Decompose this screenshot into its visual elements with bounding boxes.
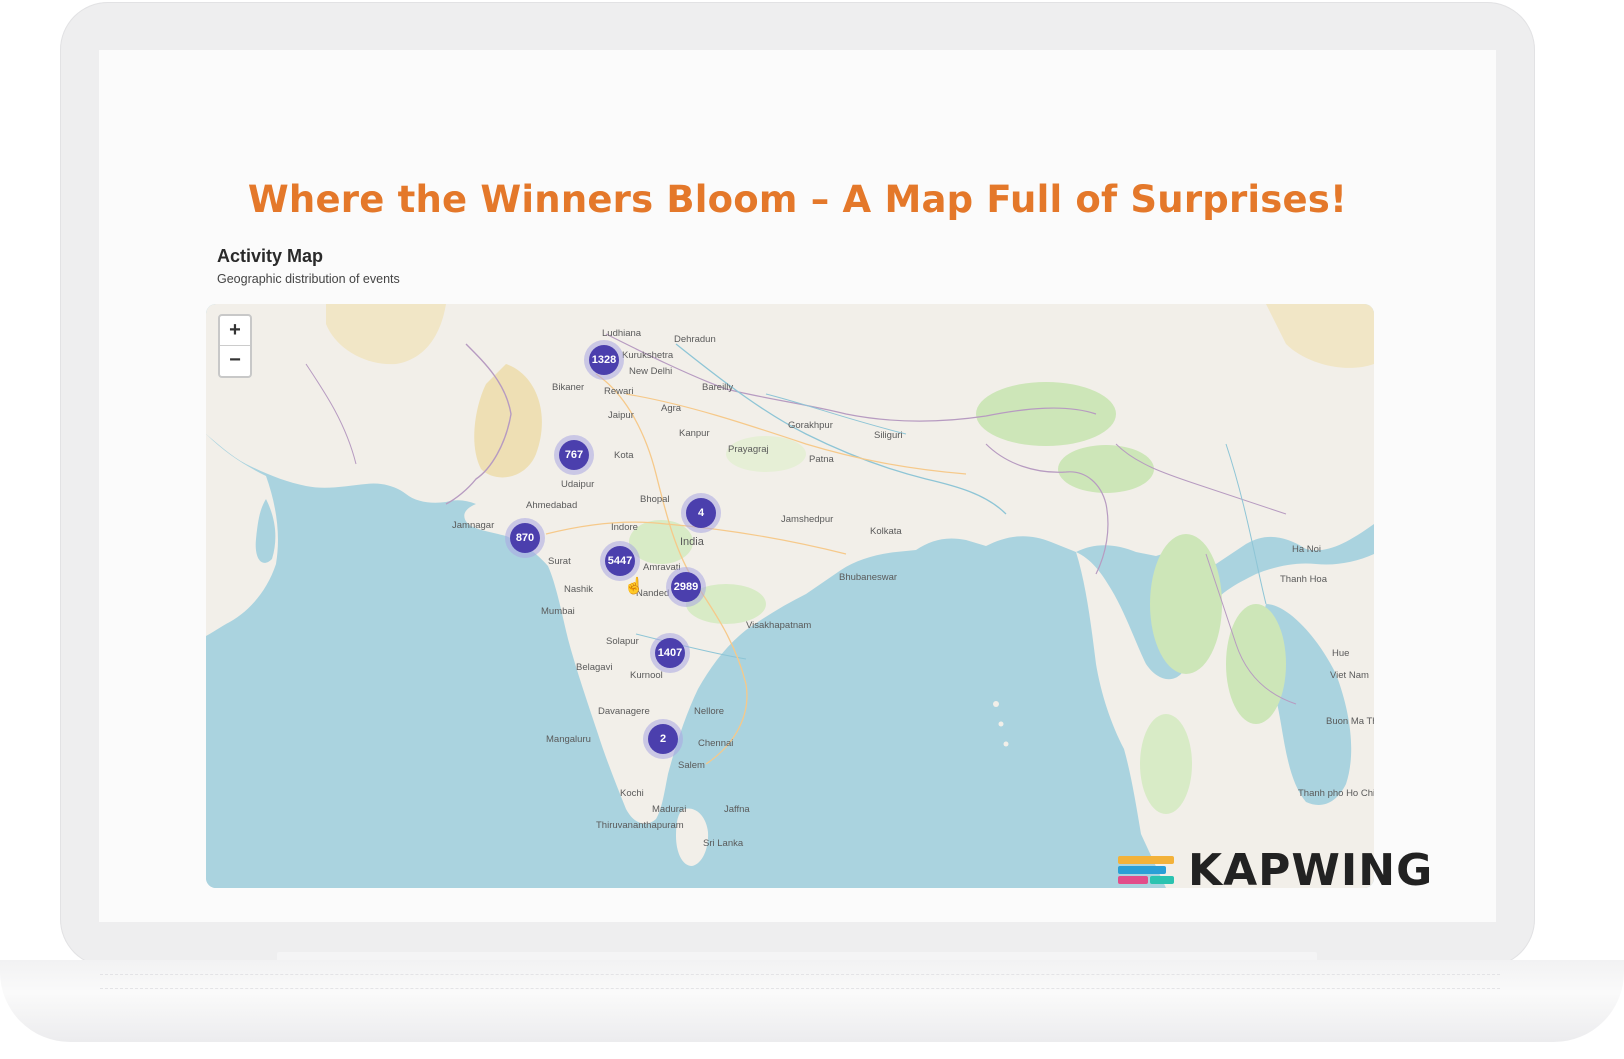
kapwing-logo-icon	[1118, 852, 1180, 888]
map-cluster-marker[interactable]: 2	[643, 719, 683, 759]
map-label: Dehradun	[674, 334, 716, 345]
map-label: Ha Noi	[1292, 544, 1322, 555]
keyboard-row	[100, 974, 1500, 981]
map-label: Salem	[678, 760, 705, 771]
cluster-count: 4	[686, 498, 716, 528]
map-cluster-marker[interactable]: 767	[554, 435, 594, 475]
map-tiles	[206, 304, 1374, 888]
zoom-control: + −	[218, 314, 252, 378]
map-label: Nashik	[564, 584, 594, 595]
map-label: Indore	[611, 522, 638, 533]
map-label: Thiruvananthapuram	[596, 820, 684, 831]
map-label: Bhubaneswar	[839, 572, 898, 583]
map-label: Solapur	[606, 636, 639, 647]
map-label: Visakhapatnam	[746, 620, 812, 631]
map-label: Nellore	[694, 706, 725, 717]
keyboard-row	[100, 988, 1500, 995]
map-label-country: India	[680, 536, 704, 548]
map-label: Hue	[1332, 648, 1350, 659]
map-label: Gorakhpur	[788, 420, 833, 431]
cluster-count: 2	[648, 724, 678, 754]
map-cluster-marker[interactable]: 2989	[666, 567, 706, 607]
map-label: Bhopal	[640, 494, 670, 505]
map-label: Davanagere	[598, 706, 650, 717]
laptop-base	[0, 960, 1624, 1042]
activity-map[interactable]: Ludhiana Dehradun Kurukshetra New Delhi …	[206, 304, 1374, 888]
map-label: Kurnool	[630, 670, 663, 681]
map-label: New Delhi	[629, 366, 673, 377]
map-label: Agra	[661, 403, 682, 414]
map-label: Kota	[614, 450, 634, 461]
card-title: Activity Map	[217, 246, 324, 266]
map-label: Mumbai	[541, 606, 575, 617]
laptop-screen: Where the Winners Bloom – A Map Full of …	[99, 50, 1496, 922]
map-label: Jaipur	[608, 410, 634, 421]
map-label: Ludhiana	[602, 328, 642, 339]
map-label: Siliguri	[874, 430, 903, 441]
map-label: Bikaner	[552, 382, 585, 393]
map-label: Viet Nam	[1330, 670, 1369, 681]
map-label: Chennai	[698, 738, 734, 749]
map-label: Sri Lanka	[703, 838, 744, 849]
map-label: Jamshedpur	[781, 514, 834, 525]
map-label: Jamnagar	[452, 520, 495, 531]
map-label: Kolkata	[870, 526, 902, 537]
cluster-count: 5447	[605, 546, 635, 576]
map-label: Kochi	[620, 788, 644, 799]
map-label: Buon Ma Thuot	[1326, 716, 1374, 727]
cluster-count: 870	[510, 523, 540, 553]
map-label: Thanh Hoa	[1280, 574, 1328, 585]
hand-cursor-icon: ☝	[624, 578, 644, 595]
zoom-out-button[interactable]: −	[220, 346, 250, 375]
map-label: Thanh pho Ho Chi Minh	[1298, 788, 1374, 799]
cluster-count: 767	[559, 440, 589, 470]
map-cluster-marker[interactable]: 870	[505, 518, 545, 558]
map-label: Prayagraj	[728, 444, 769, 455]
zoom-in-button[interactable]: +	[220, 316, 250, 346]
map-cluster-marker[interactable]: 4	[681, 493, 721, 533]
page-headline: Where the Winners Bloom – A Map Full of …	[247, 178, 1348, 221]
map-label: Patna	[809, 454, 834, 465]
map-label: Bareilly	[702, 382, 734, 393]
map-label: Surat	[548, 556, 571, 567]
watermark-text: KAPWING	[1188, 844, 1434, 896]
map-label: Rewari	[604, 386, 634, 397]
map-cluster-marker[interactable]: 1407	[650, 633, 690, 673]
map-cluster-marker[interactable]: 1328	[584, 340, 624, 380]
map-label: Belagavi	[576, 662, 613, 673]
map-label: Kanpur	[679, 428, 710, 439]
map-label: Udaipur	[561, 479, 595, 490]
cluster-count: 1407	[655, 638, 685, 668]
map-label: Kurukshetra	[622, 350, 674, 361]
kapwing-watermark: KAPWING	[1118, 838, 1498, 902]
map-label: Ahmedabad	[526, 500, 578, 511]
cluster-count: 1328	[589, 345, 619, 375]
map-cluster-marker[interactable]: 5447	[600, 541, 640, 581]
map-label: Jaffna	[724, 804, 750, 815]
map-label: Madurai	[652, 804, 687, 815]
cluster-count: 2989	[671, 572, 701, 602]
map-label: Mangaluru	[546, 734, 591, 745]
card-subtitle: Geographic distribution of events	[217, 272, 400, 286]
